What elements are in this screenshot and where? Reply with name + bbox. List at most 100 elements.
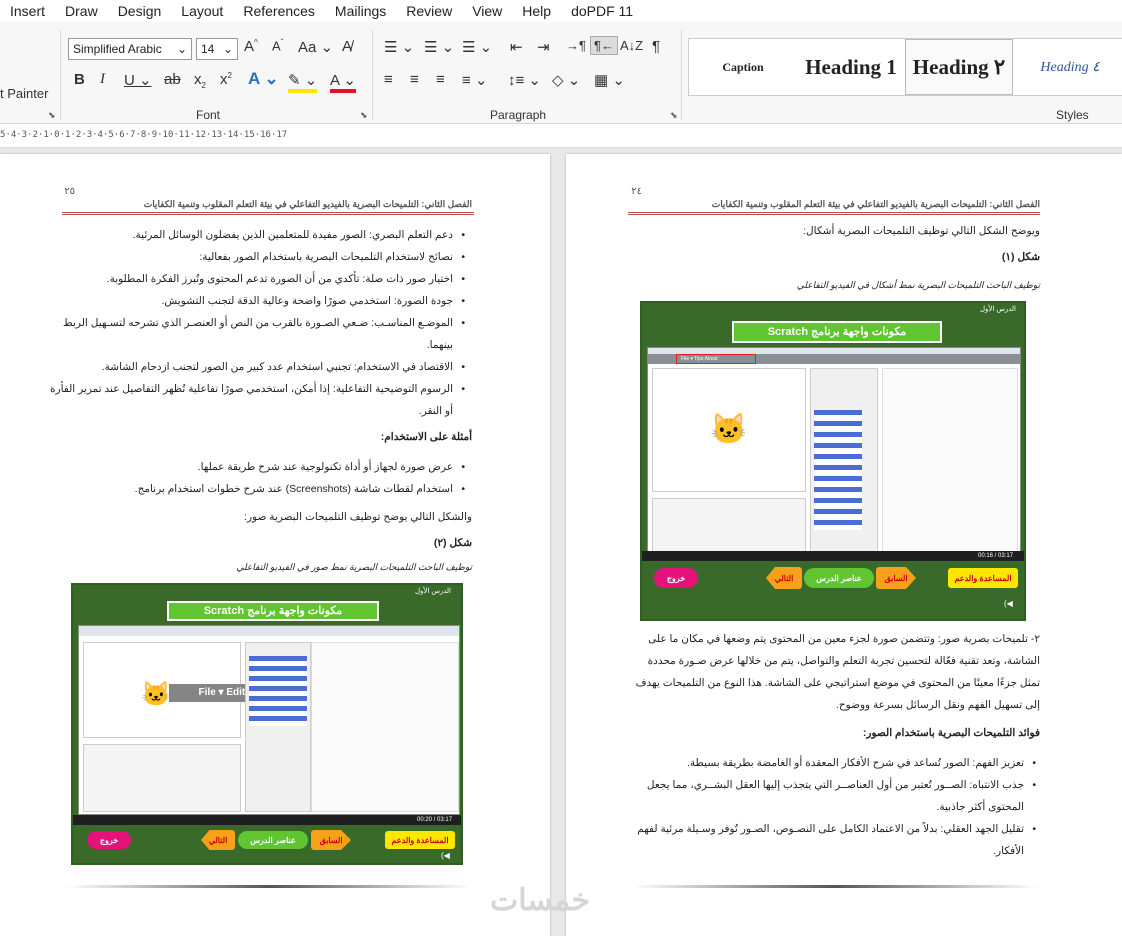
body-text-line: ٢- تلميحات بصرية صور: وتتضمن صورة لجزء م… (648, 633, 1040, 645)
body-text-line: الشاشة، وتعد تقنية فعّالة لتحسين تجربة ا… (647, 655, 1040, 667)
bullet-item: الاقتصاد في الاستخدام: تجنبي استخدام عدد… (102, 356, 465, 378)
menu-references[interactable]: References (233, 3, 325, 19)
chevron-down-icon: ⌄ (176, 42, 187, 56)
bullets-icon[interactable]: ☰ ⌄ (384, 38, 414, 56)
underline-icon[interactable]: U ⌄ (124, 71, 152, 89)
ribbon: t Painter ⬊ Simplified Arabic ⌄ 14 ⌄ A^ Aˇ… (0, 22, 1122, 124)
grow-font-icon[interactable]: A^ (244, 38, 258, 55)
lesson-label: الدرس الأول (414, 588, 451, 595)
figure-title: مكونات واجهة برنامج Scratch (732, 321, 942, 343)
decrease-indent-icon[interactable]: ⇤ (510, 38, 523, 56)
figure-2-image: الدرس الأول مكونات واجهة برنامج Scratch … (71, 583, 463, 865)
increase-indent-icon[interactable]: ⇥ (537, 38, 550, 56)
bullet-continuation: المحتوى أكثر جاذبية. (936, 801, 1025, 813)
prev-button[interactable]: السابق (876, 567, 916, 589)
bullet-continuation: الأفكار. (993, 845, 1024, 857)
show-marks-icon[interactable]: ¶ (652, 38, 660, 55)
strikethrough-icon[interactable]: ab (164, 71, 181, 88)
align-right-icon[interactable]: ≡ (436, 71, 445, 88)
font-group-label: Font (196, 108, 221, 122)
rtl-icon[interactable]: ¶← (590, 36, 618, 55)
volume-icon[interactable]: ◀) (1004, 599, 1013, 608)
format-painter-button[interactable]: t Painter (0, 86, 48, 101)
multilevel-list-icon[interactable]: ☰ ⌄ (462, 38, 492, 56)
bullet-item: جودة الصورة: استخدمي صورًا واضحة وعالية … (162, 290, 465, 312)
clear-formatting-icon[interactable]: A̸ (342, 38, 352, 55)
subscript-icon[interactable]: x2 (194, 71, 206, 90)
figure-title: مكونات واجهة برنامج Scratch (167, 601, 379, 621)
ruler-scale: 5·4·3·2·1·0·1·2·3·4·5·6·7·8·9·10·11·12·1… (0, 130, 288, 140)
separator (60, 30, 61, 120)
volume-icon[interactable]: ◀) (441, 851, 450, 860)
menu-layout[interactable]: Layout (171, 3, 233, 19)
clipboard-launcher-icon[interactable]: ⬊ (48, 110, 56, 121)
chevron-down-icon: ⌄ (222, 42, 233, 56)
font-name-value: Simplified Arabic (73, 42, 162, 56)
style-caption[interactable]: Caption (689, 39, 797, 95)
watermark-logo: خمسات (490, 884, 591, 917)
style-heading-4[interactable]: Heading ٤ (1013, 39, 1122, 95)
scratch-cat-icon: 🐱 (141, 681, 171, 708)
motion-blocks (249, 656, 307, 726)
highlight-icon[interactable]: ✎ ⌄ (288, 71, 318, 93)
motion-blocks (814, 410, 862, 530)
font-name-combo[interactable]: Simplified Arabic ⌄ (68, 38, 192, 60)
style-heading-2[interactable]: Heading ٢ (905, 39, 1013, 95)
help-support-button[interactable]: المساعدة والدعم (948, 568, 1018, 588)
page-header: الفصل الثاني: التلميحات البصرية بالفيديو… (711, 199, 1040, 209)
justify-icon[interactable]: ≡ ⌄ (462, 71, 488, 89)
body-text-line: إلى تسهيل الفهم ونقل الرسائل بسرعة ووضوح… (835, 699, 1040, 711)
font-launcher-icon[interactable]: ⬊ (360, 110, 368, 121)
menu-bar: Insert Draw Design Layout References Mai… (0, 0, 1122, 22)
line-spacing-icon[interactable]: ↕≡ ⌄ (508, 71, 541, 89)
page-right: ٢٤ الفصل الثاني: التلميحات البصرية بالفي… (566, 154, 1122, 936)
font-color-icon[interactable]: A ⌄ (330, 71, 356, 93)
video-progress-bar[interactable] (642, 551, 1024, 561)
page-header: الفصل الثاني: التلميحات البصرية بالفيديو… (143, 199, 472, 209)
italic-icon[interactable]: I (100, 71, 105, 88)
font-size-combo[interactable]: 14 ⌄ (196, 38, 238, 60)
menu-view[interactable]: View (462, 3, 512, 19)
video-progress-bar[interactable] (73, 815, 461, 825)
prev-button[interactable]: السابق (311, 830, 351, 850)
align-center-icon[interactable]: ≡ (410, 71, 419, 88)
header-rule (62, 212, 474, 215)
next-button[interactable]: التالي (766, 567, 802, 589)
numbering-icon[interactable]: ☰ ⌄ (424, 38, 454, 56)
superscript-icon[interactable]: x2 (220, 71, 232, 88)
horizontal-ruler[interactable]: 5·4·3·2·1·0·1·2·3·4·5·6·7·8·9·10·11·12·1… (0, 124, 1122, 148)
menu-insert[interactable]: Insert (0, 3, 55, 19)
ltr-icon[interactable]: →¶ (566, 38, 586, 53)
change-case-icon[interactable]: Aa ⌄ (298, 38, 333, 56)
menu-mailings[interactable]: Mailings (325, 3, 396, 19)
examples-heading: أمثلة على الاستخدام: (380, 431, 472, 443)
text-effects-icon[interactable]: A ⌄ (248, 69, 279, 89)
align-left-icon[interactable]: ≡ (384, 71, 393, 88)
document-canvas[interactable]: ٢٥ الفصل الثاني: التلميحات البصرية بالفي… (0, 148, 1122, 936)
help-support-button[interactable]: المساعدة والدعم (385, 831, 455, 849)
lesson-elements-button[interactable]: عناصر الدرس (238, 831, 308, 849)
menu-dopdf[interactable]: doPDF 11 (561, 3, 643, 19)
figure-label: شكل (١) (1001, 251, 1040, 263)
sort-icon[interactable]: A↓Z (620, 38, 643, 53)
separator (681, 30, 682, 120)
benefits-heading: فوائد التلميحات البصرية باستخدام الصور: (862, 727, 1040, 739)
exit-button[interactable]: خروج (87, 831, 131, 849)
exit-button[interactable]: خروج (654, 568, 698, 588)
bold-icon[interactable]: B (74, 71, 85, 88)
figure-caption: توظيف الباحث التلميحات البصرية نمط أشكال… (796, 280, 1040, 290)
menu-help[interactable]: Help (512, 3, 561, 19)
shading-icon[interactable]: ◇ ⌄ (552, 71, 580, 89)
next-button[interactable]: التالي (201, 830, 235, 850)
bullet-continuation: أو النقر. (418, 405, 453, 417)
paragraph-launcher-icon[interactable]: ⬊ (670, 110, 678, 121)
shrink-font-icon[interactable]: Aˇ (272, 38, 283, 53)
style-heading-1[interactable]: Heading 1 (797, 39, 905, 95)
borders-icon[interactable]: ▦ ⌄ (594, 71, 625, 89)
menu-design[interactable]: Design (108, 3, 172, 19)
menu-draw[interactable]: Draw (55, 3, 108, 19)
video-time: 00:20 / 03:17 (417, 817, 453, 823)
lesson-elements-button[interactable]: عناصر الدرس (804, 568, 874, 588)
menu-review[interactable]: Review (396, 3, 462, 19)
footer-rule (66, 885, 472, 888)
